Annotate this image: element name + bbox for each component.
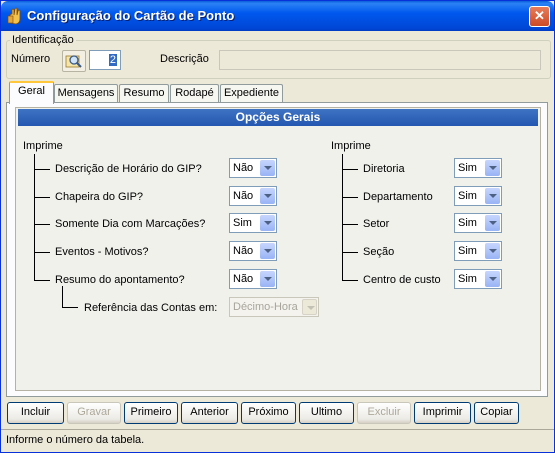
tab-label: Rodapé <box>175 87 214 99</box>
select-value: Sim <box>458 162 477 174</box>
ultimo-button[interactable]: Ultimo <box>299 402 354 424</box>
right-imprime-heading: Imprime <box>331 140 371 152</box>
title-bar: Configuração do Cartão de Ponto ✕ <box>1 1 554 31</box>
primeiro-button[interactable]: Primeiro <box>124 402 178 424</box>
chevron-down-icon <box>485 215 500 231</box>
right-item-label: Setor <box>363 218 390 230</box>
select-value: Sim <box>458 190 477 202</box>
tree-branch <box>342 169 358 170</box>
referencia-contas-select[interactable]: Décimo-Hora <box>229 297 319 317</box>
tree-branch <box>34 197 50 198</box>
main-window: Configuração do Cartão de Ponto ✕ Identi… <box>0 0 555 453</box>
select-value: Sim <box>458 217 477 229</box>
chevron-down-icon <box>260 271 275 287</box>
tab-resumo[interactable]: Resumo <box>119 84 169 102</box>
tab-geral[interactable]: Geral <box>9 81 54 104</box>
chevron-down-icon <box>485 160 500 176</box>
tree-branch <box>34 252 50 253</box>
secao-select[interactable]: Sim <box>454 241 502 261</box>
gravar-button[interactable]: Gravar <box>67 402 121 424</box>
excluir-button[interactable]: Excluir <box>357 402 411 424</box>
select-value: Não <box>233 245 254 257</box>
eventos-motivos-select[interactable]: Não <box>229 241 277 261</box>
centro-custo-select[interactable]: Sim <box>454 269 502 289</box>
diretoria-select[interactable]: Sim <box>454 158 502 178</box>
numero-label: Número <box>11 53 51 65</box>
proximo-button[interactable]: Próximo <box>241 402 296 424</box>
descricao-label: Descrição <box>160 53 209 65</box>
incluir-button[interactable]: Incluir <box>7 402 64 424</box>
imprimir-button[interactable]: Imprimir <box>414 402 471 424</box>
right-item-label: Diretoria <box>363 163 405 175</box>
anterior-button[interactable]: Anterior <box>181 402 238 424</box>
tree-branch <box>34 169 50 170</box>
numero-field[interactable]: 2 <box>89 50 121 70</box>
tree-branch <box>342 197 358 198</box>
tab-label: Expediente <box>223 87 280 99</box>
chevron-down-icon <box>485 188 500 204</box>
panel-title: Opções Gerais <box>18 109 538 126</box>
left-tree-line <box>34 154 35 281</box>
chevron-down-icon <box>485 271 500 287</box>
departamento-select[interactable]: Sim <box>454 186 502 206</box>
right-item-label: Departamento <box>363 191 433 203</box>
tab-label: Resumo <box>123 87 165 99</box>
left-item-label: Somente Dia com Marcações? <box>55 218 206 230</box>
identificacao-legend: Identificação <box>10 34 76 46</box>
tab-rodape[interactable]: Rodapé <box>170 84 219 102</box>
left-item-label: Resumo do apontamento? <box>55 274 185 286</box>
descricao-horario-select[interactable]: Não <box>229 158 277 178</box>
search-icon <box>65 55 82 68</box>
tab-mensagens[interactable]: Mensagens <box>54 84 118 102</box>
status-text: Informe o número da tabela. <box>6 434 145 446</box>
select-value: Sim <box>458 245 477 257</box>
tab-label: Mensagens <box>57 87 115 99</box>
window-title: Configuração do Cartão de Ponto <box>27 8 235 23</box>
copiar-button[interactable]: Copiar <box>474 402 519 424</box>
tree-branch <box>342 224 358 225</box>
left-item-label: Chapeira do GIP? <box>55 191 144 203</box>
referencia-contas-label: Referência das Contas em: <box>84 302 218 314</box>
select-value: Sim <box>233 217 252 229</box>
status-bar: Informe o número da tabela. <box>1 429 554 452</box>
numero-value: 2 <box>108 54 117 66</box>
chevron-down-icon <box>260 243 275 259</box>
close-icon: ✕ <box>534 8 545 23</box>
right-tree-line <box>342 154 343 281</box>
somente-dia-select[interactable]: Sim <box>229 213 277 233</box>
select-value: Décimo-Hora <box>233 301 298 313</box>
chevron-down-icon <box>302 299 317 315</box>
chapeira-select[interactable]: Não <box>229 186 277 206</box>
close-button[interactable]: ✕ <box>529 6 550 27</box>
chevron-down-icon <box>260 188 275 204</box>
tab-expediente[interactable]: Expediente <box>220 84 283 102</box>
sub-tree-line <box>62 286 63 308</box>
resumo-apontamento-select[interactable]: Não <box>229 269 277 289</box>
app-icon <box>7 7 21 25</box>
descricao-field[interactable] <box>219 50 541 70</box>
tree-branch <box>34 224 50 225</box>
select-value: Não <box>233 190 254 202</box>
select-value: Não <box>233 162 254 174</box>
setor-select[interactable]: Sim <box>454 213 502 233</box>
right-item-label: Seção <box>363 246 395 258</box>
chevron-down-icon <box>260 215 275 231</box>
chevron-down-icon <box>260 160 275 176</box>
sub-tree-branch <box>62 307 78 308</box>
right-item-label: Centro de custo <box>363 274 441 286</box>
tree-branch <box>34 280 50 281</box>
search-button[interactable] <box>62 50 86 72</box>
left-item-label: Descrição de Horário do GIP? <box>55 163 202 175</box>
chevron-down-icon <box>485 243 500 259</box>
left-imprime-heading: Imprime <box>23 140 63 152</box>
left-item-label: Eventos - Motivos? <box>55 246 149 258</box>
tree-branch <box>342 252 358 253</box>
select-value: Sim <box>458 273 477 285</box>
tree-branch <box>342 280 358 281</box>
select-value: Não <box>233 273 254 285</box>
tab-label: Geral <box>18 85 45 97</box>
